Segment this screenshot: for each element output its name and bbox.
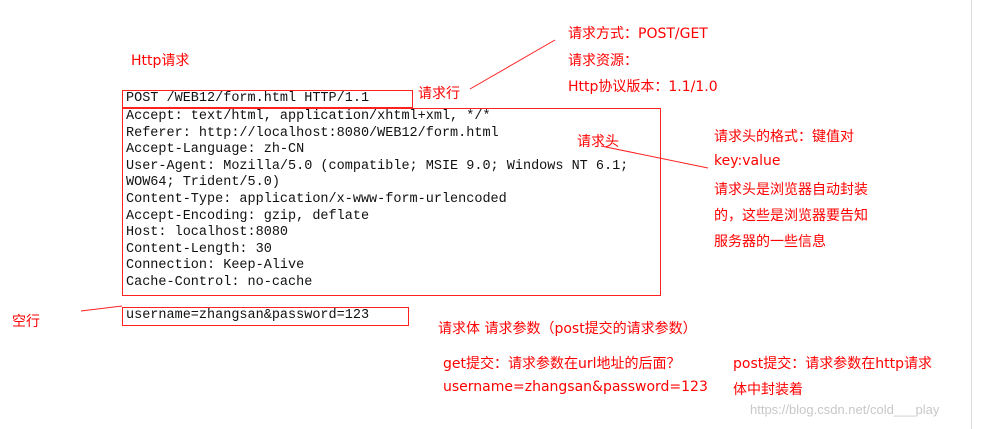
header-line: Host: localhost:8080 (126, 225, 289, 241)
header-line: User-Agent: Mozilla/5.0 (compatible; MSI… (126, 158, 629, 174)
header-browser-note-1: 请求头是浏览器自动封装 (714, 182, 868, 198)
headers-label: 请求头 (577, 134, 619, 150)
header-line: Cache-Control: no-cache (126, 275, 313, 290)
header-line: Accept-Language: zh-CN (126, 142, 305, 158)
header-line: Accept: text/html, application/xhtml+xml… (126, 109, 491, 124)
header-line: Connection: Keep-Alive (126, 258, 305, 274)
post-note: post提交：请求参数在http请求 (733, 356, 932, 372)
body-text: username=zhangsan&password=123 (126, 308, 370, 323)
request-line-text: POST /WEB12/form.html HTTP/1.1 (126, 91, 370, 106)
protocol-version-note: Http协议版本：1.1/1.0 (568, 79, 718, 95)
header-line: WOW64; Trident/5.0) (126, 175, 280, 191)
empty-line-label: 空行 (12, 314, 40, 330)
header-line: Content-Type: application/x-www-form-url… (126, 192, 507, 207)
body-label: 请求体 请求参数（post提交的请求参数） (438, 321, 697, 337)
header-line: Referer: http://localhost:8080/WEB12/for… (126, 125, 499, 141)
request-line-label: 请求行 (418, 86, 460, 102)
header-key-value-note: key:value (714, 153, 781, 169)
get-example: username=zhangsan&password=123 (443, 379, 708, 395)
watermark: https://blog.csdn.net/cold___play (750, 402, 940, 417)
header-line: Accept-Encoding: gzip, deflate (126, 208, 370, 224)
request-line-connector (469, 39, 556, 90)
request-resource-note: 请求资源： (568, 53, 638, 69)
empty-line-connector (80, 305, 123, 312)
header-line: Content-Length: 30 (126, 241, 272, 257)
post-note-continued: 体中封装着 (733, 382, 803, 398)
http-request-diagram: Http请求 POST /WEB12/form.html HTTP/1.1 请求… (0, 0, 990, 429)
header-browser-note-2: 的，这些是浏览器要告知 (714, 208, 868, 224)
diagram-title: Http请求 (131, 53, 190, 69)
request-method-note: 请求方式：POST/GET (568, 26, 708, 42)
header-browser-note-3: 服务器的一些信息 (714, 234, 826, 250)
get-note: get提交：请求参数在url地址的后面？ (443, 356, 681, 372)
header-format-note: 请求头的格式：键值对 (714, 129, 854, 145)
